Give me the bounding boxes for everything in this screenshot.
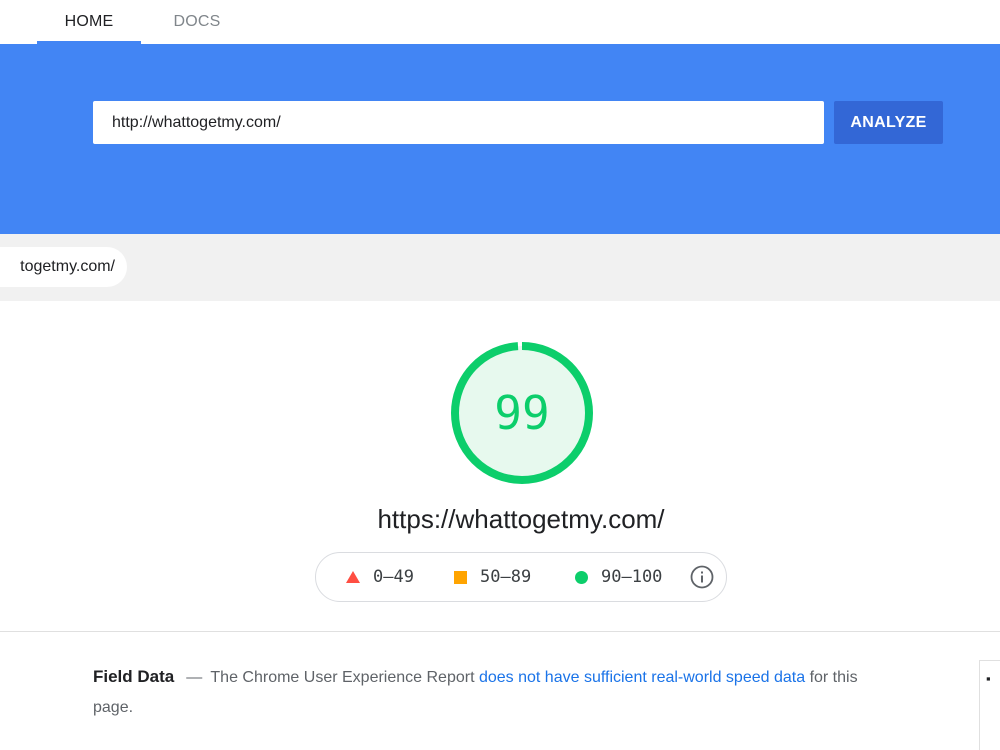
side-widget[interactable]: ▪ bbox=[979, 660, 1000, 750]
info-circle-icon[interactable] bbox=[690, 565, 714, 589]
legend-fail-range: 0–49 bbox=[373, 567, 414, 587]
side-widget-icon: ▪ bbox=[986, 671, 991, 686]
top-nav: HOME DOCS bbox=[0, 0, 1000, 44]
final-url: https://whattogetmy.com/ bbox=[377, 504, 665, 534]
legend-fail: 0–49 bbox=[346, 553, 414, 601]
performance-score: 99 bbox=[494, 386, 550, 440]
legend-pass: 90–100 bbox=[575, 553, 662, 601]
hero-banner: ANALYZE bbox=[0, 44, 1000, 234]
circle-icon bbox=[575, 570, 588, 584]
url-strip: togetmy.com/ bbox=[0, 234, 1000, 301]
url-input[interactable] bbox=[93, 101, 824, 144]
tab-home-label: HOME bbox=[64, 13, 114, 30]
field-data-section: Field Data — The Chrome User Experience R… bbox=[93, 662, 893, 723]
field-data-link[interactable]: does not have sufficient real-world spee… bbox=[479, 669, 805, 686]
legend-average: 50–89 bbox=[454, 553, 531, 601]
page: HOME DOCS ANALYZE togetmy.com/ 99 https:… bbox=[0, 0, 1000, 750]
tab-docs-label: DOCS bbox=[173, 13, 221, 30]
square-icon bbox=[454, 570, 467, 584]
legend-pass-range: 90–100 bbox=[601, 567, 663, 587]
analyze-button[interactable]: ANALYZE bbox=[834, 101, 943, 144]
field-data-dash: — bbox=[186, 669, 203, 686]
tab-docs[interactable]: DOCS bbox=[157, 0, 237, 44]
tab-home[interactable]: HOME bbox=[37, 0, 141, 44]
legend-average-range: 50–89 bbox=[480, 567, 532, 587]
field-data-text-before: The Chrome User Experience Report bbox=[210, 669, 475, 686]
section-divider bbox=[0, 631, 1000, 632]
url-chip-label: togetmy.com/ bbox=[20, 258, 115, 275]
score-legend: 0–49 50–89 90–100 bbox=[315, 552, 727, 602]
triangle-icon bbox=[346, 571, 360, 583]
field-data-title: Field Data bbox=[93, 667, 175, 686]
score-gauge: 99 bbox=[448, 339, 596, 487]
url-chip[interactable]: togetmy.com/ bbox=[0, 247, 127, 287]
